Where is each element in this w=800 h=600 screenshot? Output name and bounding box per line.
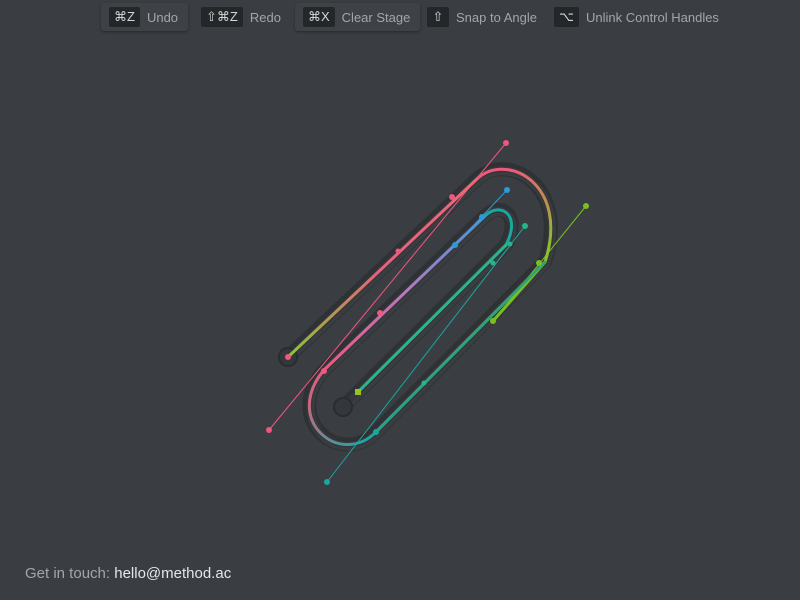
stage[interactable]: ⌘Z Undo ⇧⌘Z Redo ⌘X Clear Stage ⇧ Snap t…: [0, 0, 800, 600]
contact-line: Get in touch: hello@method.ac: [25, 565, 231, 582]
paperclip-bezier-icon[interactable]: [0, 0, 800, 600]
paperclip-shadow-shape: [278, 162, 558, 452]
contact-prefix: Get in touch:: [25, 565, 111, 582]
contact-email-link[interactable]: hello@method.ac: [114, 565, 231, 582]
